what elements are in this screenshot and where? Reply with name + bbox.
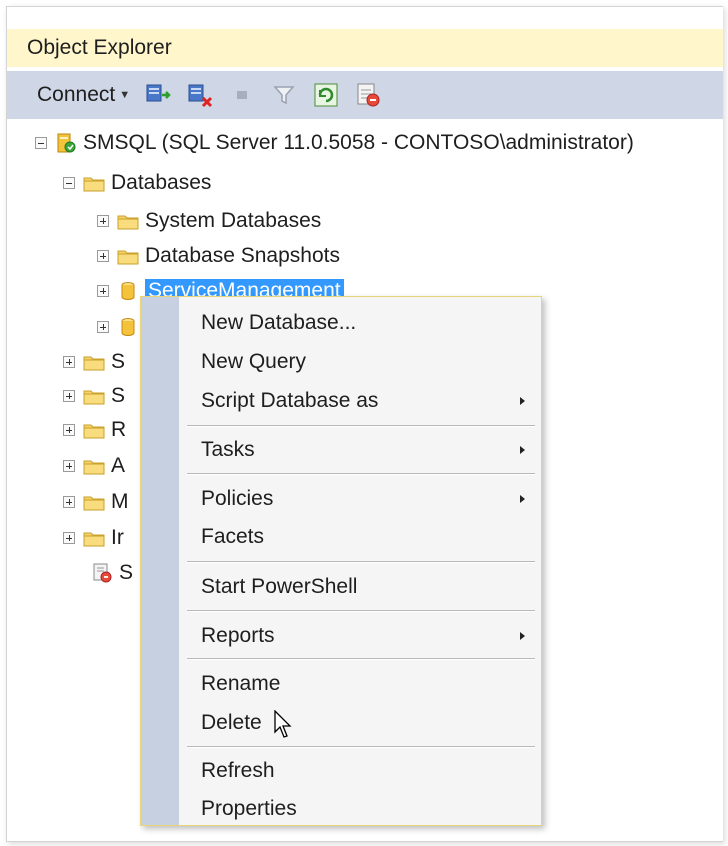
tree-node-label: Ir [111, 526, 124, 549]
menu-item-label: Reports [201, 624, 275, 647]
menu-gutter [141, 297, 179, 825]
folder-icon [117, 245, 139, 267]
menu-item-script-database-as[interactable]: Script Database as [179, 383, 537, 419]
menu-separator [187, 610, 535, 612]
expand-icon[interactable] [63, 356, 75, 368]
menu-item-label: New Database... [201, 311, 357, 334]
menu-separator [187, 473, 535, 475]
expand-icon[interactable] [97, 215, 109, 227]
expand-icon[interactable] [63, 496, 75, 508]
folder-icon [83, 385, 105, 407]
object-explorer-panel: Object Explorer Connect ▼ SMSQL (SQL Ser… [6, 6, 723, 842]
menu-separator [187, 561, 535, 563]
tree-node-folder[interactable]: S [63, 381, 125, 411]
expand-icon[interactable] [97, 321, 109, 333]
tree-node-label: A [111, 454, 126, 477]
folder-icon [117, 210, 139, 232]
menu-item-label: Tasks [201, 438, 255, 461]
tree-node-label: SMSQL (SQL Server 11.0.5058 - CONTOSO\ad… [83, 131, 634, 154]
agent-icon [91, 562, 113, 584]
folder-icon [83, 491, 105, 513]
menu-item-label: Rename [201, 672, 281, 695]
tree-node-database-snapshots[interactable]: Database Snapshots [97, 241, 340, 271]
tree-node-database[interactable] [97, 312, 145, 342]
expand-icon[interactable] [63, 532, 75, 544]
context-menu: New Database... New Query Script Databas… [140, 296, 542, 826]
collapse-icon[interactable] [35, 137, 47, 149]
tree-node-label: M [111, 490, 129, 513]
menu-item-label: New Query [201, 350, 307, 373]
menu-item-delete[interactable]: Delete [179, 705, 537, 741]
mouse-pointer-icon [274, 709, 294, 740]
tree-node-label: S [119, 561, 134, 584]
menu-separator [187, 746, 535, 748]
menu-item-label: Script Database as [201, 389, 379, 412]
tree-node-folder[interactable]: S [63, 347, 125, 377]
expand-icon[interactable] [63, 460, 75, 472]
tree-node-folder[interactable]: R [63, 415, 126, 445]
menu-item-facets[interactable]: Facets [179, 519, 537, 555]
tree-node-folder[interactable]: M [63, 487, 129, 517]
tree-node-label: System Databases [145, 209, 322, 232]
tree-node-folder[interactable]: Ir [63, 523, 124, 553]
folder-icon [83, 419, 105, 441]
folder-icon [83, 172, 105, 194]
menu-item-properties[interactable]: Properties [179, 791, 537, 827]
menu-item-reports[interactable]: Reports [179, 618, 537, 654]
tree-node-system-databases[interactable]: System Databases [97, 206, 321, 236]
tree-node-agent[interactable]: S [91, 558, 133, 588]
tree-node-folder[interactable]: A [63, 451, 125, 481]
menu-item-tasks[interactable]: Tasks [179, 432, 537, 468]
tree-node-label: R [111, 418, 127, 441]
expand-icon[interactable] [63, 390, 75, 402]
menu-item-policies[interactable]: Policies [179, 481, 537, 517]
menu-item-rename[interactable]: Rename [179, 666, 537, 702]
tree-node-server[interactable]: SMSQL (SQL Server 11.0.5058 - CONTOSO\ad… [35, 128, 634, 158]
menu-item-label: Facets [201, 525, 265, 548]
database-icon [117, 316, 139, 338]
menu-item-label: Refresh [201, 759, 275, 782]
submenu-arrow-icon [520, 397, 525, 405]
expand-icon[interactable] [97, 250, 109, 262]
menu-item-label: Start PowerShell [201, 575, 358, 598]
submenu-arrow-icon [520, 446, 525, 454]
expand-icon[interactable] [63, 424, 75, 436]
tree-node-label: S [111, 350, 126, 373]
folder-icon [83, 527, 105, 549]
tree-node-databases[interactable]: Databases [63, 168, 211, 198]
expand-icon[interactable] [97, 285, 109, 297]
collapse-icon[interactable] [63, 177, 75, 189]
menu-item-new-database[interactable]: New Database... [179, 305, 537, 341]
tree-node-label: Database Snapshots [145, 244, 340, 267]
database-icon [117, 280, 139, 302]
menu-separator [187, 658, 535, 660]
menu-separator [187, 425, 535, 427]
menu-item-label: Policies [201, 487, 274, 510]
submenu-arrow-icon [520, 495, 525, 503]
submenu-arrow-icon [520, 632, 525, 640]
menu-item-refresh[interactable]: Refresh [179, 753, 537, 789]
menu-item-new-query[interactable]: New Query [179, 344, 537, 380]
folder-icon [83, 351, 105, 373]
server-icon [55, 132, 77, 154]
tree-node-label: Databases [111, 171, 212, 194]
tree-node-label: S [111, 384, 126, 407]
folder-icon [83, 455, 105, 477]
menu-item-start-powershell[interactable]: Start PowerShell [179, 569, 537, 605]
menu-item-label: Properties [201, 797, 297, 820]
menu-item-label: Delete [201, 711, 262, 734]
